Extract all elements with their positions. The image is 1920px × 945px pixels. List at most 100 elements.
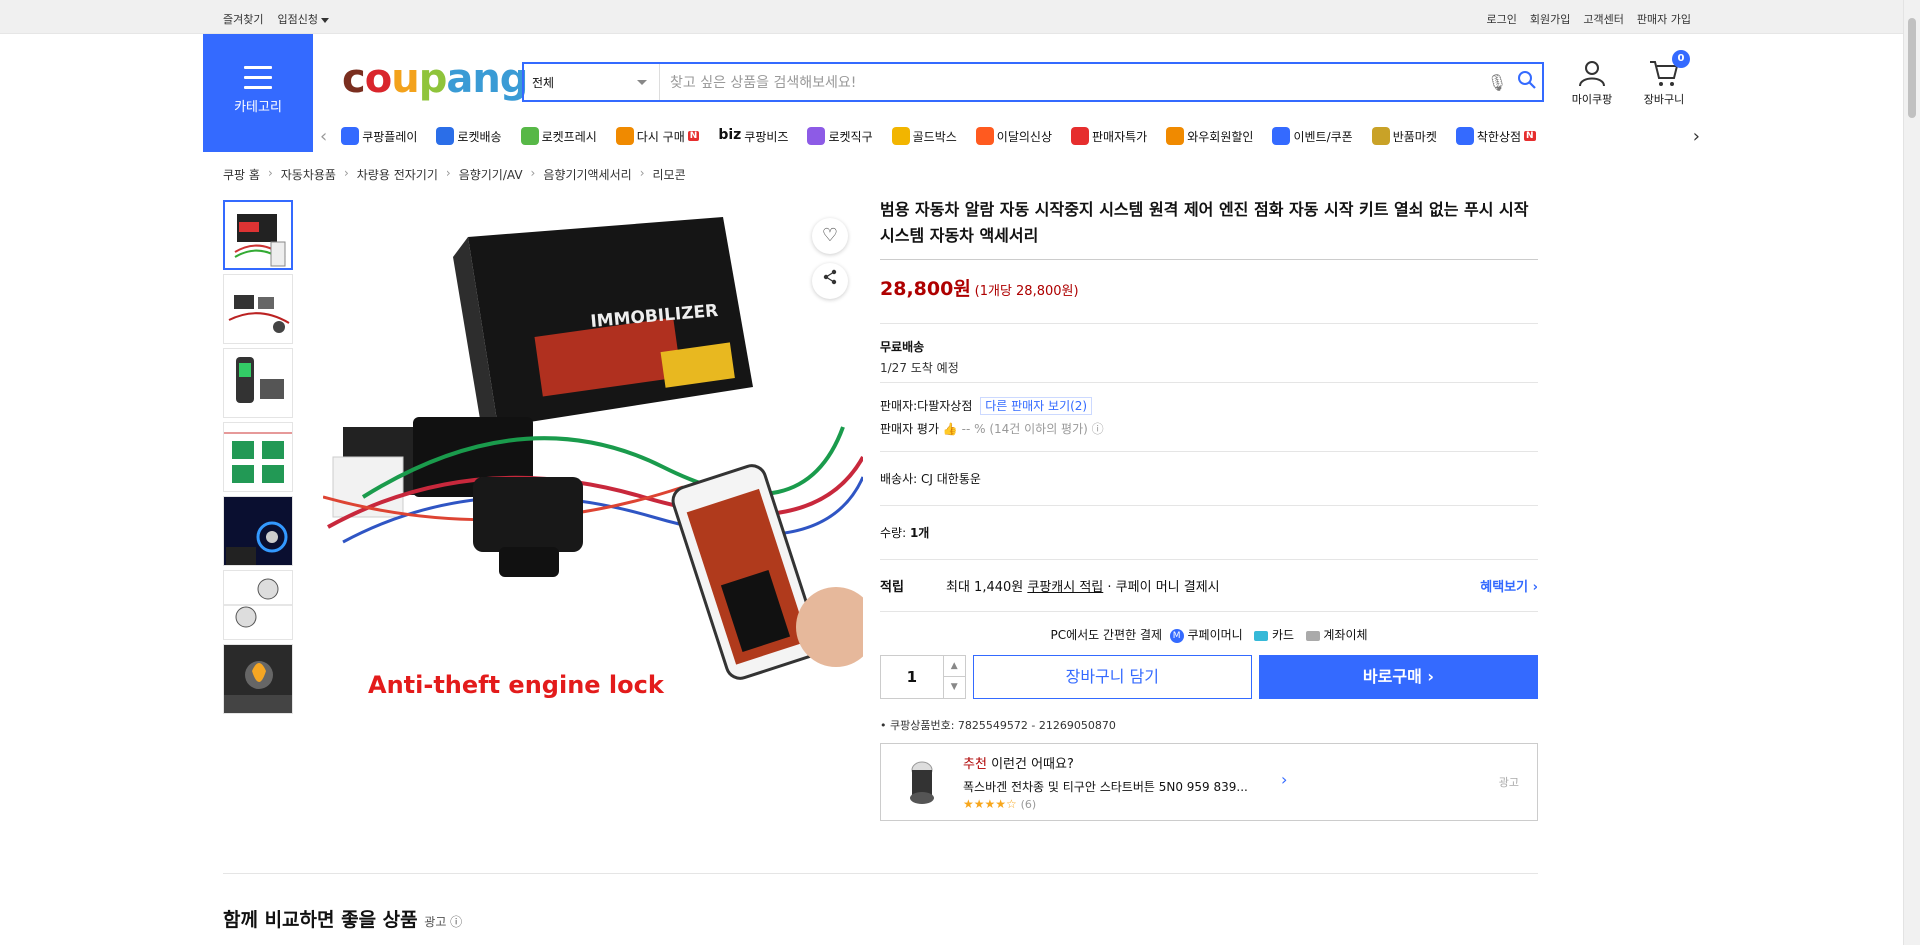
chevron-left-icon[interactable]: ‹ bbox=[320, 126, 327, 147]
thumbnail-image[interactable] bbox=[223, 570, 293, 640]
recommendation-image bbox=[899, 756, 945, 808]
category-nav: ‹ 쿠팡플레이 로켓배송 로켓프레시 다시 구매 N biz 쿠팡비즈 로켓직구 골드박스 이달의… bbox=[320, 124, 1700, 148]
nav-item[interactable]: 쿠팡플레이 bbox=[341, 127, 417, 145]
benefit-more-link[interactable]: 혜택보기 › bbox=[1480, 576, 1538, 595]
breadcrumb-item[interactable]: 음향기기/AV bbox=[459, 166, 523, 183]
other-sellers-link[interactable]: 다른 판매자 보기(2) bbox=[980, 397, 1093, 415]
bank-icon bbox=[1305, 630, 1320, 641]
product-info: 범용 자동차 알람 자동 시작중지 시스템 원격 제어 엔진 점화 자동 시작 … bbox=[880, 197, 1538, 821]
share-icon[interactable] bbox=[812, 263, 848, 299]
shipping-date: 1/27 도착 예정 bbox=[880, 361, 959, 375]
coupang-cash-link[interactable]: 쿠팡캐시 적립 bbox=[1027, 576, 1103, 595]
nav-item[interactable]: biz 쿠팡비즈 bbox=[718, 127, 788, 145]
cart-button[interactable]: 0 장바구니 bbox=[1638, 50, 1690, 107]
thumbnail-image[interactable] bbox=[223, 496, 293, 566]
carrier-value: CJ 대한통운 bbox=[921, 472, 981, 486]
recommendation-name: 폭스바겐 전차종 및 티구안 스타트버튼 5N0 959 839... bbox=[963, 780, 1248, 794]
nav-item[interactable]: 착한상점 N bbox=[1455, 127, 1536, 145]
section-divider bbox=[223, 873, 1538, 874]
signup-link[interactable]: 회원가입 bbox=[1530, 11, 1570, 27]
scrollbar-thumb[interactable] bbox=[1908, 18, 1916, 118]
breadcrumb-item[interactable]: 쿠팡 홈 bbox=[223, 166, 260, 183]
seller-name[interactable]: 다팔자상점 bbox=[917, 399, 972, 413]
chevron-right-icon[interactable]: › bbox=[1281, 770, 1287, 789]
thumbnail-list bbox=[223, 200, 293, 718]
pay-option: 카드 bbox=[1271, 628, 1295, 642]
search-category-select[interactable]: 전체 bbox=[524, 64, 660, 100]
top-bar-left: 즐겨찾기 입점신청 bbox=[223, 11, 329, 27]
breadcrumb-item[interactable]: 음향기기액세서리 bbox=[543, 166, 631, 183]
search-icon[interactable] bbox=[1512, 70, 1542, 94]
quantity-section: 수량: 1개 bbox=[880, 506, 1538, 560]
heart-icon[interactable]: ♡ bbox=[812, 218, 848, 254]
top-bar: 즐겨찾기 입점신청 로그인 회원가입 고객센터 판매자 가입 bbox=[0, 0, 1920, 34]
product-title: 범용 자동차 알람 자동 시작중지 시스템 원격 제어 엔진 점화 자동 시작 … bbox=[880, 197, 1538, 260]
main-product-image[interactable]: IMMOBILIZER Anti-theft engine lock bbox=[323, 197, 863, 743]
quantity-value: 1개 bbox=[909, 526, 930, 540]
nav-item[interactable]: 로켓프레시 bbox=[520, 127, 597, 145]
rocket-fresh-icon bbox=[520, 127, 539, 145]
nav-item-label: 착한상점 bbox=[1476, 129, 1522, 144]
breadcrumb-item[interactable]: 자동차용품 bbox=[281, 166, 336, 183]
customer-center-link[interactable]: 고객센터 bbox=[1583, 11, 1623, 27]
thumbnail-image[interactable] bbox=[223, 274, 293, 344]
nav-item-label: 판매자특가 bbox=[1092, 129, 1148, 144]
breadcrumb-item[interactable]: 차량용 전자기기 bbox=[357, 166, 438, 183]
card-icon bbox=[1254, 630, 1269, 641]
reward-title: 적립 bbox=[880, 580, 904, 595]
buy-now-button[interactable]: 바로구매 › bbox=[1258, 655, 1538, 699]
increase-icon[interactable]: ▲ bbox=[943, 656, 965, 677]
recommendation-card[interactable]: 추천 이런건 어때요? 폭스바겐 전차종 및 티구안 스타트버튼 5N0 959… bbox=[880, 743, 1538, 821]
search-bar: 전체 찾고 싶은 상품을 검색해보세요! 🎙 bbox=[522, 62, 1544, 102]
scrollbar[interactable] bbox=[1903, 0, 1920, 945]
bookmark-link[interactable]: 즐겨찾기 bbox=[223, 11, 263, 27]
breadcrumb-item[interactable]: 리모콘 bbox=[653, 166, 686, 183]
chevron-right-icon[interactable]: › bbox=[1693, 126, 1700, 147]
shipping-section: 무료배송 1/27 도착 예정 bbox=[880, 324, 1538, 382]
mycoupang-button[interactable]: 마이쿠팡 bbox=[1566, 58, 1618, 107]
recommendation-tag: 추천 bbox=[963, 757, 987, 772]
price: 28,800원 bbox=[880, 278, 971, 300]
nav-item[interactable]: 로켓직구 bbox=[807, 127, 873, 145]
seller-signup-link[interactable]: 판매자 가입 bbox=[1637, 11, 1691, 27]
nav-item[interactable]: 판매자특가 bbox=[1071, 127, 1147, 145]
nav-item[interactable]: 다시 구매 N bbox=[615, 127, 700, 145]
nav-items: 쿠팡플레이 로켓배송 로켓프레시 다시 구매 N biz 쿠팡비즈 로켓직구 골드박스 이달의신상… bbox=[341, 127, 1554, 145]
cart-count-badge: 0 bbox=[1672, 50, 1690, 68]
nav-item[interactable]: 이벤트/쿠폰 bbox=[1272, 127, 1353, 145]
login-link[interactable]: 로그인 bbox=[1487, 11, 1517, 27]
purchase-row: 1 ▲ ▼ 장바구니 담기 바로구매 › bbox=[880, 655, 1538, 699]
logo-part: c bbox=[342, 56, 366, 102]
product-number-text: 쿠팡상품번호: 7825549572 - 21269050870 bbox=[890, 719, 1116, 732]
search-category-value: 전체 bbox=[532, 76, 555, 90]
add-to-cart-button[interactable]: 장바구니 담기 bbox=[972, 655, 1252, 699]
breadcrumb: 쿠팡 홈 › 자동차용품 › 차량용 전자기기 › 음향기기/AV › 음향기기액세서리… bbox=[223, 166, 686, 183]
nav-item[interactable]: 이달의신상 bbox=[975, 127, 1052, 145]
category-button[interactable]: 카테고리 bbox=[203, 34, 313, 152]
stars-icon: ★★★★☆ bbox=[963, 797, 1017, 811]
quantity-input[interactable]: 1 bbox=[881, 656, 943, 698]
coupang-logo[interactable]: coupang bbox=[342, 56, 528, 102]
seller-apply-label: 입점신청 bbox=[277, 13, 318, 26]
microphone-icon[interactable]: 🎙 bbox=[1482, 73, 1512, 92]
search-input[interactable]: 찾고 싶은 상품을 검색해보세요! bbox=[660, 72, 1482, 92]
good-store-icon bbox=[1455, 127, 1474, 145]
thumbnail-image[interactable] bbox=[223, 644, 293, 714]
info-icon[interactable]: ⓘ bbox=[1092, 422, 1104, 436]
shipping-title: 무료배송 bbox=[880, 340, 925, 354]
breadcrumb-separator: › bbox=[445, 166, 451, 180]
breadcrumb-separator: › bbox=[530, 166, 536, 180]
seller-apply-link[interactable]: 입점신청 bbox=[277, 11, 329, 27]
nav-item[interactable]: 반품마켓 bbox=[1371, 127, 1437, 145]
thumbnail-image[interactable] bbox=[223, 422, 293, 492]
decrease-icon[interactable]: ▼ bbox=[944, 677, 965, 698]
price-section: 28,800원 (1개당 28,800원) bbox=[880, 260, 1538, 324]
wow-icon bbox=[1166, 127, 1185, 145]
nav-item[interactable]: 와우회원할인 bbox=[1166, 127, 1253, 145]
thumbnail-image[interactable] bbox=[223, 348, 293, 418]
nav-item-label: 와우회원할인 bbox=[1187, 129, 1254, 144]
nav-item[interactable]: 로켓배송 bbox=[436, 127, 502, 145]
breadcrumb-separator: › bbox=[639, 166, 645, 180]
nav-item[interactable]: 골드박스 bbox=[891, 127, 957, 145]
thumbnail-image[interactable] bbox=[223, 200, 293, 270]
